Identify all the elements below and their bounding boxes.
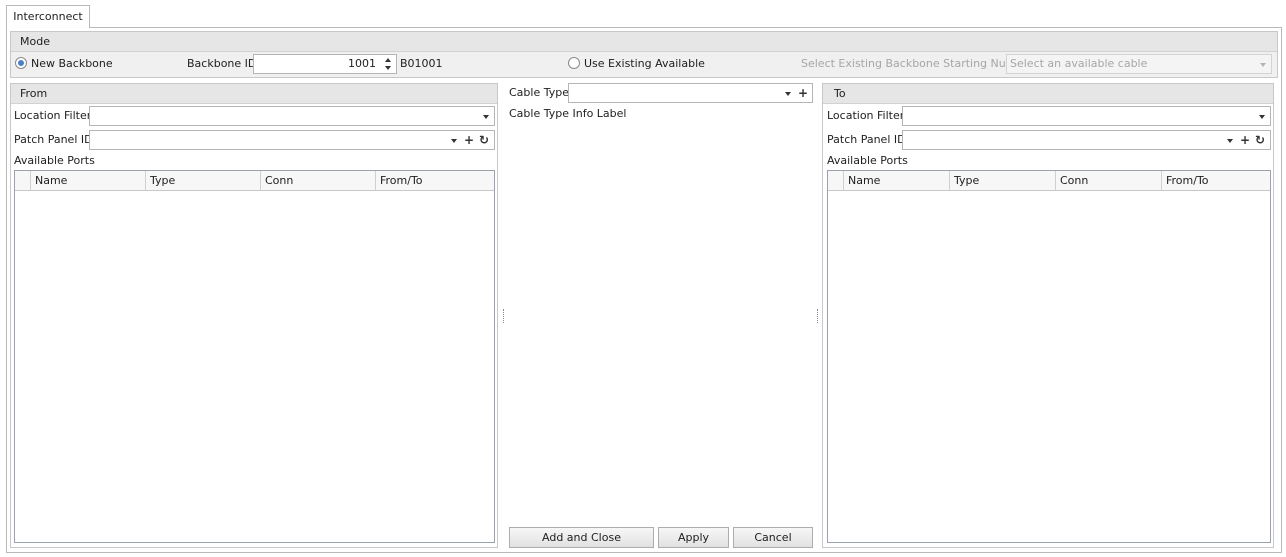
to-location-filter-dropdown[interactable] xyxy=(902,106,1271,126)
from-patch-panel-dropdown[interactable]: + ↻ xyxy=(89,130,495,150)
chevron-down-icon[interactable] xyxy=(785,92,791,96)
to-patch-panel-dropdown[interactable]: + ↻ xyxy=(902,130,1271,150)
row-indicator-header xyxy=(828,171,844,191)
to-group-title: To xyxy=(823,84,1273,104)
from-ports-grid[interactable]: Name Type Conn From/To xyxy=(14,170,495,543)
new-backbone-label[interactable]: New Backbone xyxy=(31,57,113,71)
to-ports-grid[interactable]: Name Type Conn From/To xyxy=(827,170,1271,543)
cable-type-dropdown[interactable]: + xyxy=(568,83,813,103)
use-existing-radio[interactable] xyxy=(568,57,580,69)
chevron-down-icon[interactable] xyxy=(1227,139,1233,143)
chevron-down-icon[interactable] xyxy=(483,115,489,119)
from-group-title: From xyxy=(11,84,497,104)
backbone-id-spin[interactable]: 1001 xyxy=(253,54,397,74)
add-and-close-button[interactable]: Add and Close xyxy=(509,527,654,548)
cable-type-label: Cable Type xyxy=(509,86,569,99)
use-existing-label[interactable]: Use Existing Available xyxy=(584,57,705,71)
radio-selected-dot xyxy=(18,60,24,66)
chevron-down-icon[interactable] xyxy=(451,139,457,143)
to-patch-panel-label: Patch Panel ID xyxy=(827,133,906,146)
right-splitter-grip[interactable] xyxy=(817,309,819,323)
column-header-type[interactable]: Type xyxy=(950,171,1056,191)
mode-group-title: Mode xyxy=(11,32,1277,52)
backbone-id-label: Backbone ID xyxy=(187,57,257,70)
new-backbone-radio[interactable] xyxy=(15,57,27,69)
column-header-conn[interactable]: Conn xyxy=(1056,171,1162,191)
select-existing-placeholder: Select an available cable xyxy=(1010,57,1148,70)
backbone-code: B01001 xyxy=(400,57,443,70)
row-indicator-header xyxy=(15,171,31,191)
refresh-icon[interactable]: ↻ xyxy=(478,134,490,146)
cancel-button[interactable]: Cancel xyxy=(733,527,813,548)
column-header-name[interactable]: Name xyxy=(31,171,146,191)
from-location-filter-dropdown[interactable] xyxy=(89,106,495,126)
from-available-ports-label: Available Ports xyxy=(14,154,95,167)
add-icon[interactable]: + xyxy=(1240,134,1250,146)
from-patch-panel-label: Patch Panel ID xyxy=(14,133,93,146)
chevron-down-icon[interactable] xyxy=(1260,63,1266,67)
spin-up-icon[interactable] xyxy=(385,58,391,62)
chevron-down-icon[interactable] xyxy=(1259,115,1265,119)
left-splitter-grip[interactable] xyxy=(503,309,505,323)
from-location-filter-label: Location Filter xyxy=(14,109,92,122)
column-header-from-to[interactable]: From/To xyxy=(376,171,494,191)
spin-down-icon[interactable] xyxy=(385,66,391,70)
refresh-icon[interactable]: ↻ xyxy=(1254,134,1266,146)
column-header-from-to[interactable]: From/To xyxy=(1162,171,1270,191)
tab-label: Interconnect xyxy=(13,10,83,23)
backbone-id-value[interactable]: 1001 xyxy=(348,57,376,71)
column-header-conn[interactable]: Conn xyxy=(261,171,376,191)
column-header-name[interactable]: Name xyxy=(844,171,950,191)
column-header-type[interactable]: Type xyxy=(146,171,261,191)
select-existing-dropdown[interactable]: Select an available cable xyxy=(1006,54,1272,74)
apply-button[interactable]: Apply xyxy=(658,527,729,548)
cable-type-info-label: Cable Type Info Label xyxy=(509,107,627,120)
add-icon[interactable]: + xyxy=(798,87,808,99)
tab-interconnect[interactable]: Interconnect xyxy=(6,5,90,28)
add-icon[interactable]: + xyxy=(464,134,474,146)
select-existing-label: Select Existing Backbone Starting Number xyxy=(801,57,1035,70)
to-location-filter-label: Location Filter xyxy=(827,109,905,122)
to-available-ports-label: Available Ports xyxy=(827,154,908,167)
